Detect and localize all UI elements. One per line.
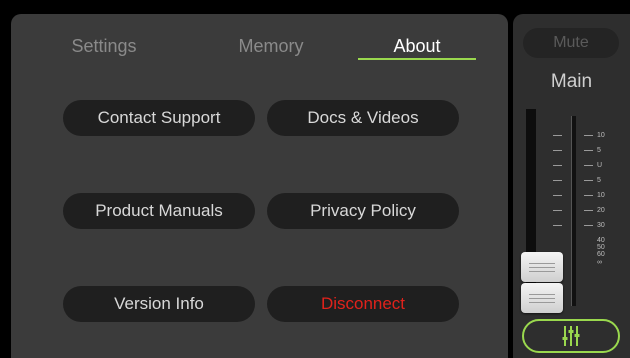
scale-label: 5: [597, 147, 601, 154]
fader-handle-lower[interactable]: [521, 283, 563, 313]
channel-name: Main: [550, 71, 593, 92]
disconnect-button[interactable]: Disconnect: [267, 286, 459, 322]
scale-label: 50: [597, 244, 605, 251]
scale-label: 10: [597, 132, 605, 139]
scale-label: 30: [597, 222, 605, 229]
about-panel: Settings Memory About Contact Support Do…: [11, 14, 508, 358]
scale-label: 10: [597, 192, 605, 199]
tab-memory[interactable]: Memory: [206, 36, 336, 57]
main-channel-strip: Mute Main 10 5 U 5 10 20 30 40 50 60 ∞: [513, 14, 630, 358]
contact-support-button[interactable]: Contact Support: [63, 100, 255, 136]
mute-button[interactable]: Mute: [523, 28, 619, 58]
scale-label: 20: [597, 207, 605, 214]
version-info-button[interactable]: Version Info: [63, 286, 255, 322]
docs-videos-button[interactable]: Docs & Videos: [267, 100, 459, 136]
active-tab-indicator: [358, 58, 476, 60]
scale-label: 40: [597, 237, 605, 244]
mixer-sliders-icon: [562, 326, 580, 346]
fader-scale: 10 5 U 5 10 20 30 40 50 60 ∞: [553, 132, 628, 312]
fader-handle[interactable]: [521, 252, 563, 282]
scale-label: ∞: [597, 259, 602, 266]
privacy-policy-button[interactable]: Privacy Policy: [267, 193, 459, 229]
mixer-button[interactable]: [522, 319, 620, 353]
scale-label: 60: [597, 251, 605, 258]
product-manuals-button[interactable]: Product Manuals: [63, 193, 255, 229]
scale-label: 5: [597, 177, 601, 184]
tab-about[interactable]: About: [352, 36, 482, 57]
scale-label: U: [597, 162, 603, 169]
tab-settings[interactable]: Settings: [39, 36, 169, 57]
